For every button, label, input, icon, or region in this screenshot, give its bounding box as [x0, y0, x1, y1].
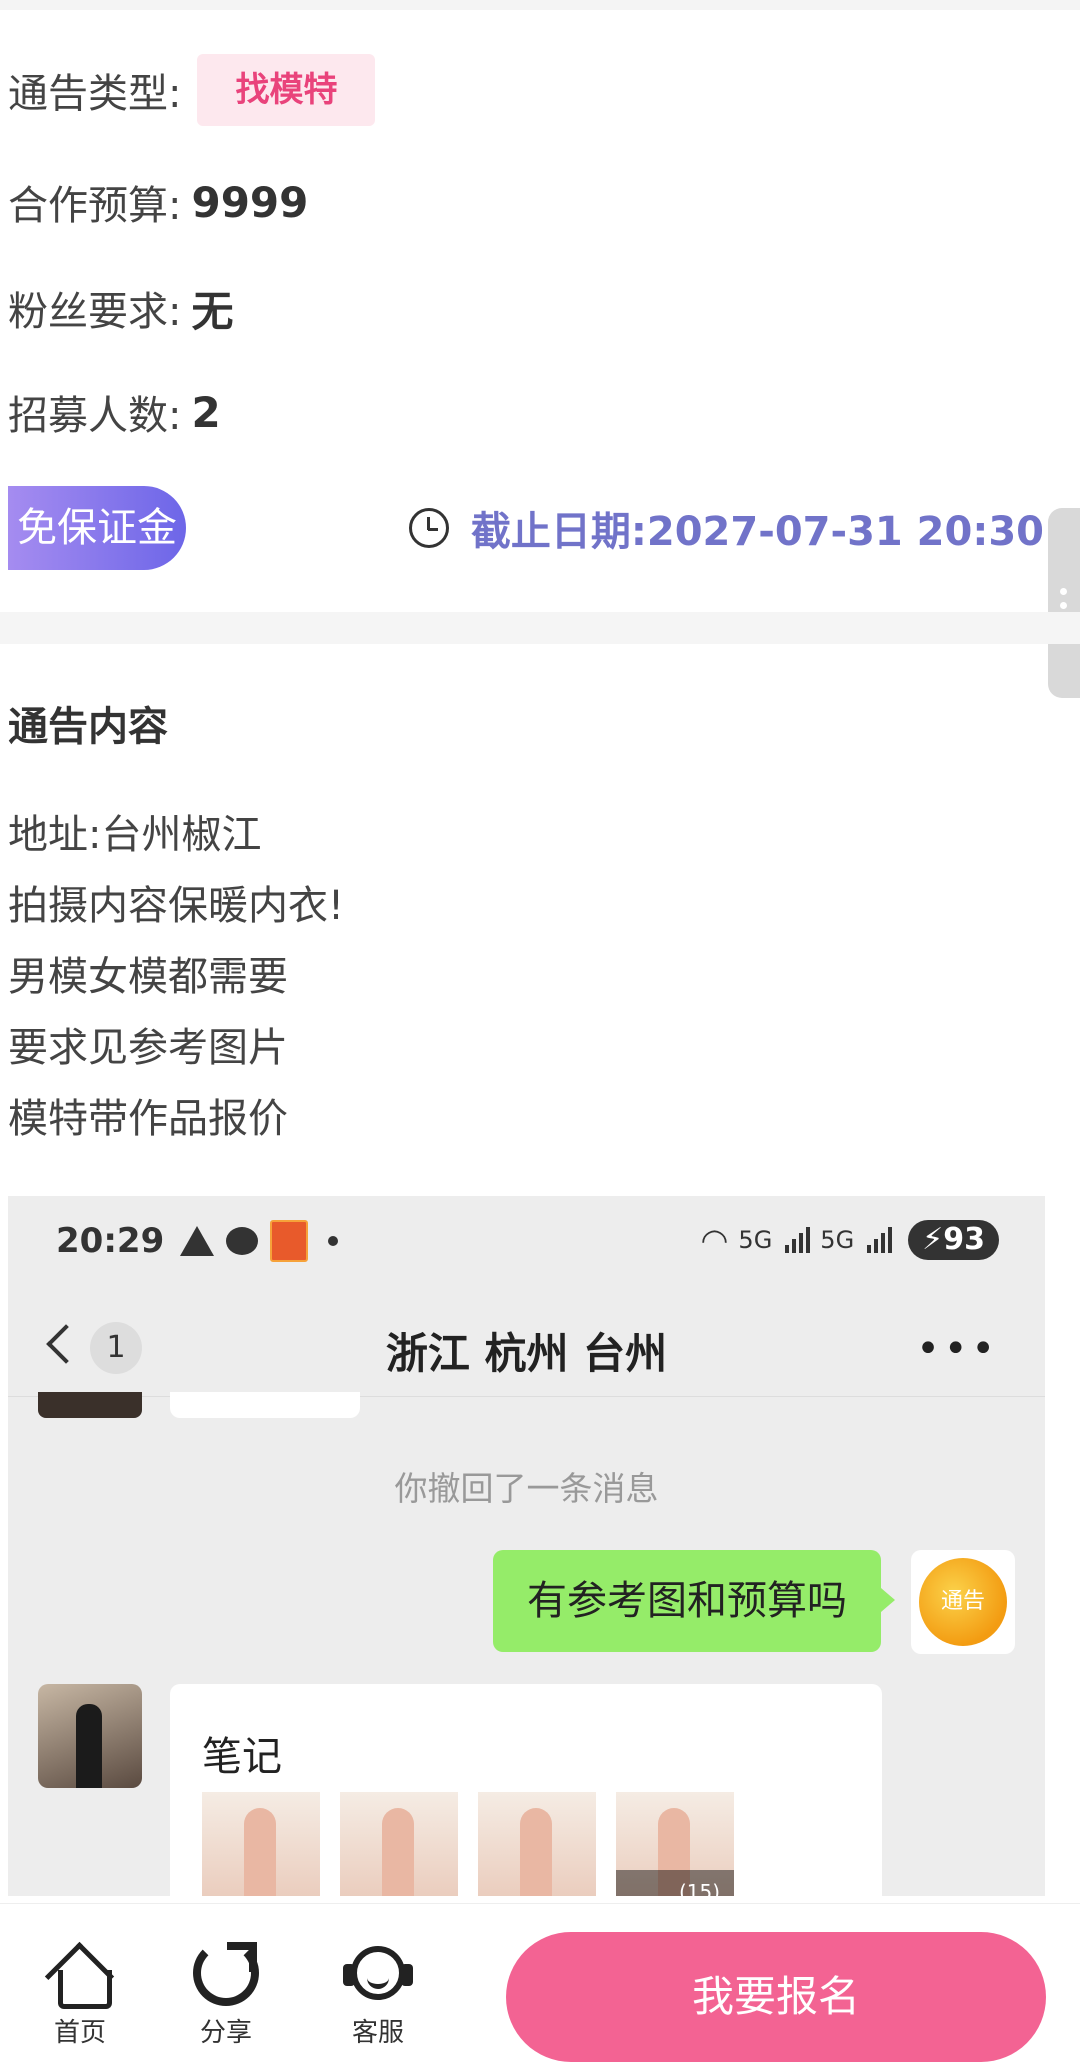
- recall-notice: 你撤回了一条消息: [394, 1469, 659, 1508]
- fans-value: 无: [191, 286, 234, 336]
- budget-row: 合作预算: 9999: [8, 172, 308, 232]
- signal-icon: [782, 1227, 811, 1253]
- note-title: 笔记: [202, 1734, 282, 1780]
- notice-type-row: 通告类型: 找模特: [8, 54, 376, 126]
- note-thumbnail: [340, 1792, 458, 1896]
- warning-icon: [180, 1226, 215, 1256]
- customer-service-icon: [343, 1940, 413, 2006]
- nav-home-label: 首页: [53, 2018, 106, 2048]
- battery-indicator: ⚡93: [908, 1220, 999, 1260]
- nav-share[interactable]: 分享: [166, 1940, 286, 2049]
- side-menu-handle[interactable]: [1048, 508, 1080, 698]
- recruit-value: 2: [191, 387, 221, 437]
- network-5g-label: 5G: [738, 1226, 773, 1254]
- recruit-label: 招募人数:: [8, 393, 182, 439]
- budget-value: 9999: [191, 177, 309, 227]
- fans-label: 粉丝要求:: [8, 289, 182, 335]
- wechat-icon: [226, 1227, 259, 1255]
- handle-dot: [1060, 602, 1067, 609]
- top-divider: [0, 0, 1080, 10]
- notification-dot-icon: [328, 1236, 339, 1246]
- embedded-status-right: ◠ 5G 5G ⚡93: [700, 1220, 999, 1260]
- embedded-chat-title: 浙江 杭州 台州: [385, 1329, 668, 1378]
- apply-button[interactable]: 我要报名: [506, 1932, 1046, 2062]
- nav-service-label: 客服: [351, 2018, 404, 2048]
- content-line: 模特带作品报价: [8, 1096, 288, 1142]
- notice-type-label: 通告类型:: [8, 71, 182, 117]
- content-section-title: 通告内容: [8, 704, 168, 750]
- budget-label: 合作预算:: [8, 183, 182, 229]
- notice-type-tag: 找模特: [197, 54, 376, 126]
- note-thumbnail: (15): [616, 1792, 734, 1896]
- note-thumbnails: (15): [202, 1792, 754, 1896]
- signal-icon: [864, 1227, 893, 1253]
- network-5g-label: 5G: [820, 1226, 855, 1254]
- note-thumbnail: [478, 1792, 596, 1896]
- battery-level: 93: [943, 1222, 985, 1257]
- recruit-row: 招募人数: 2: [8, 382, 221, 442]
- my-avatar: 通告: [911, 1550, 1015, 1654]
- reference-screenshot-image[interactable]: 20:29 ◠ 5G 5G ⚡93 1 浙江 杭州 台州 ••• 你撤回了一条消…: [8, 1196, 1045, 1896]
- home-icon: [44, 1940, 115, 2012]
- deposit-free-badge: 免保证金: [8, 486, 186, 570]
- content-line: 男模女模都需要: [8, 954, 288, 1000]
- content-line: 拍摄内容保暖内衣!: [8, 883, 345, 929]
- share-icon: [193, 1940, 259, 2006]
- chat-bubble: [170, 1392, 360, 1418]
- deadline-text: 截止日期:2027-07-31 20:30: [470, 509, 1044, 555]
- my-avatar-logo: 通告: [919, 1558, 1007, 1646]
- fans-row: 粉丝要求: 无: [8, 278, 234, 338]
- clock-icon: [408, 508, 449, 548]
- thumbnail-count: (15): [678, 1880, 720, 1896]
- my-message-bubble: 有参考图和预算吗: [493, 1550, 895, 1652]
- note-thumbnail: [202, 1792, 320, 1896]
- note-card: 笔记 (15): [170, 1684, 882, 1896]
- embedded-chat-header: 1 浙江 杭州 台州 •••: [8, 1296, 1045, 1397]
- handle-dot: [1060, 588, 1067, 595]
- content-line: 要求见参考图片: [8, 1025, 288, 1071]
- red-packet-icon: [270, 1220, 309, 1262]
- bottom-bar: 首页 分享 客服 我要报名: [0, 1903, 1080, 2072]
- content-line: 地址:台州椒江: [8, 812, 262, 858]
- deadline: 截止日期:2027-07-31 20:30: [408, 498, 1044, 558]
- wifi-icon: ◠: [700, 1221, 729, 1259]
- embedded-status-bar: 20:29: [56, 1220, 339, 1262]
- nav-service[interactable]: 客服: [318, 1940, 438, 2049]
- contact-avatar: [38, 1684, 142, 1788]
- section-divider: [0, 612, 1080, 644]
- nav-home[interactable]: 首页: [20, 1940, 140, 2049]
- embedded-time: 20:29: [56, 1221, 165, 1261]
- more-icon: •••: [916, 1326, 999, 1372]
- content-body: 地址:台州椒江 拍摄内容保暖内衣! 男模女模都需要 要求见参考图片 模特带作品报…: [8, 800, 344, 1155]
- nav-share-label: 分享: [199, 2018, 252, 2048]
- contact-avatar: [38, 1392, 142, 1418]
